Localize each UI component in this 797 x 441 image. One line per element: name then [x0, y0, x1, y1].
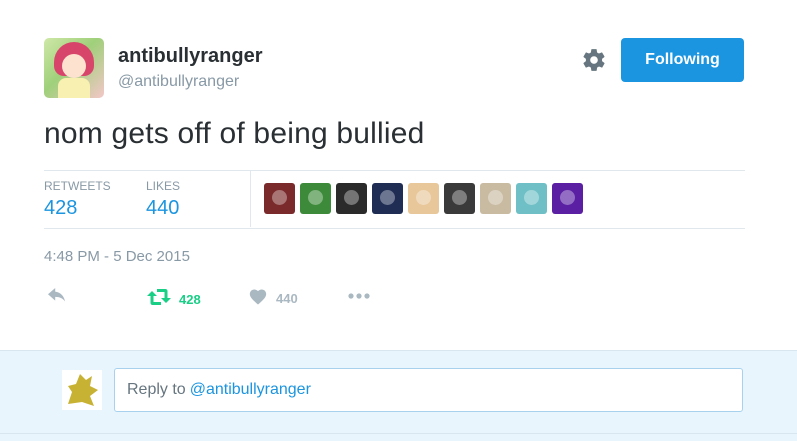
bottom-divider	[0, 433, 797, 434]
stats-bottom-divider	[44, 228, 745, 229]
likes-count[interactable]: 440	[146, 197, 179, 220]
retweet-action[interactable]: 428	[147, 287, 201, 312]
liker-avatar-figure	[524, 190, 539, 205]
retweets-label[interactable]: RETWEETS	[44, 179, 111, 193]
liker-avatar[interactable]	[408, 183, 439, 214]
reply-input[interactable]: Reply to @antibullyranger	[114, 368, 743, 412]
liker-avatar-figure	[344, 190, 359, 205]
avatar-face	[62, 54, 86, 78]
liker-avatar[interactable]	[552, 183, 583, 214]
likers-avatars	[264, 183, 583, 214]
tweet-card: antibullyranger @antibullyranger Followi…	[0, 0, 797, 350]
liker-avatar-figure	[488, 190, 503, 205]
user-handle[interactable]: @antibullyranger	[118, 73, 239, 91]
more-dots-icon	[347, 288, 371, 309]
liker-avatar[interactable]	[516, 183, 547, 214]
avatar-body	[58, 78, 90, 98]
current-user-avatar[interactable]	[62, 370, 102, 410]
heart-icon	[248, 287, 268, 310]
likes-label[interactable]: LIKES	[146, 179, 180, 193]
user-avatar[interactable]	[44, 38, 104, 98]
liker-avatar-figure	[308, 190, 323, 205]
like-action[interactable]: 440	[248, 287, 298, 310]
liker-avatar-figure	[416, 190, 431, 205]
liker-avatar[interactable]	[336, 183, 367, 214]
liker-avatar[interactable]	[444, 183, 475, 214]
more-action[interactable]	[347, 288, 371, 309]
retweet-icon	[147, 287, 171, 312]
retweets-count[interactable]: 428	[44, 197, 77, 220]
reply-icon	[46, 288, 68, 311]
user-display-name[interactable]: antibullyranger	[118, 45, 262, 68]
reply-mention: @antibullyranger	[189, 381, 311, 398]
reply-action[interactable]	[46, 288, 68, 311]
tweet-text: nom gets off of being bullied	[44, 117, 425, 150]
stats-top-divider	[44, 170, 745, 171]
liker-avatar-figure	[380, 190, 395, 205]
tweet-timestamp[interactable]: 4:48 PM - 5 Dec 2015	[44, 248, 190, 265]
liker-avatar-figure	[272, 190, 287, 205]
liker-avatar[interactable]	[300, 183, 331, 214]
liker-avatar[interactable]	[264, 183, 295, 214]
liker-avatar[interactable]	[372, 183, 403, 214]
retweet-action-count: 428	[179, 292, 201, 307]
following-button[interactable]: Following	[621, 38, 744, 82]
liker-avatar-figure	[560, 190, 575, 205]
reply-prefix: Reply to	[127, 381, 186, 398]
liker-avatar[interactable]	[480, 183, 511, 214]
liker-avatar-figure	[452, 190, 467, 205]
stats-separator	[250, 171, 251, 227]
like-action-count: 440	[276, 291, 298, 306]
gear-icon[interactable]	[581, 47, 607, 73]
